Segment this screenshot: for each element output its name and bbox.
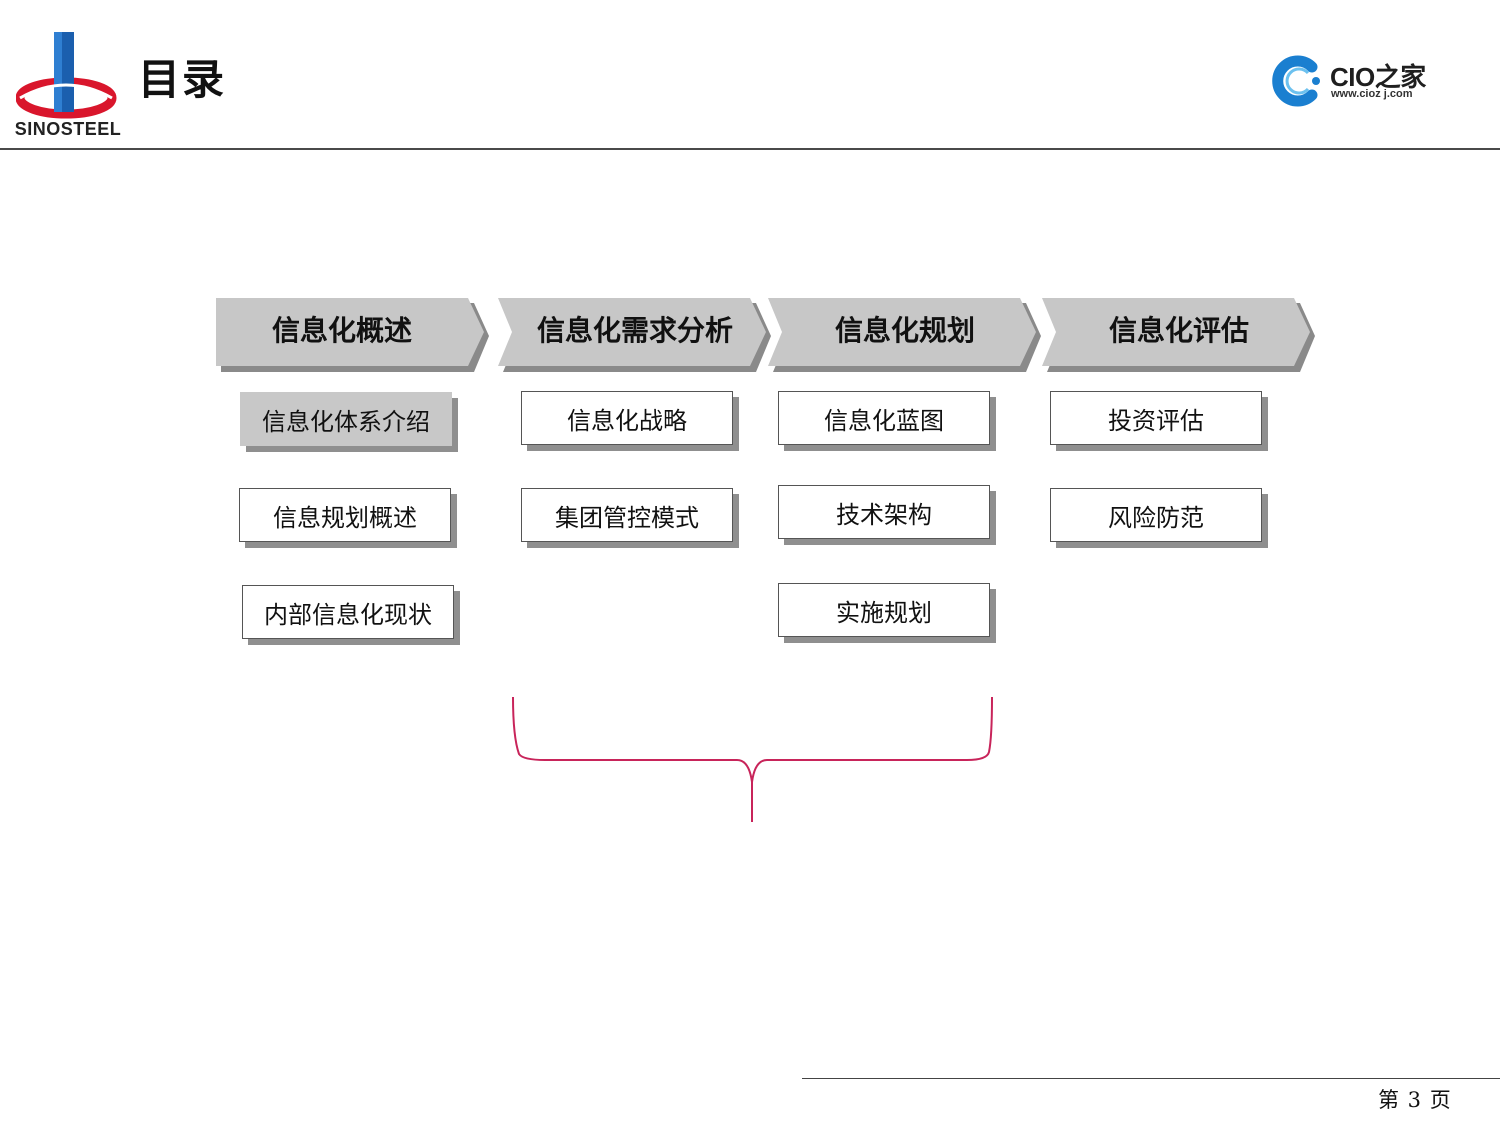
chevron-column-2: 信息化需求分析 xyxy=(496,296,772,372)
item-box[interactable]: 信息化战略 xyxy=(521,391,733,445)
header-divider xyxy=(0,148,1500,150)
chevron-column-1: 信息化概述 xyxy=(214,296,490,372)
item-box[interactable]: 投资评估 xyxy=(1050,391,1262,445)
footer-divider xyxy=(802,1078,1500,1079)
item-label: 信息规划概述 xyxy=(273,503,417,532)
chevron-column-4: 信息化评估 xyxy=(1040,296,1316,372)
chevron-label-4: 信息化评估 xyxy=(1108,314,1249,347)
chevron-label-1: 信息化概述 xyxy=(271,314,412,347)
page-number: 第 3 页 xyxy=(1378,1088,1451,1112)
cio-c-icon xyxy=(1272,55,1320,107)
item-label: 技术架构 xyxy=(836,500,932,529)
item-label: 集团管控模式 xyxy=(555,503,699,532)
chevron-label-2: 信息化需求分析 xyxy=(536,314,733,347)
item-box[interactable]: 信息规划概述 xyxy=(239,488,451,542)
item-box[interactable]: 信息化蓝图 xyxy=(778,391,990,445)
cio-logo: CIO之家 www.cioz j.com xyxy=(1272,55,1442,107)
item-box[interactable]: 信息化体系介绍 xyxy=(240,392,452,446)
sinosteel-emblem-icon xyxy=(16,32,117,119)
item-label: 风险防范 xyxy=(1108,503,1204,532)
item-label: 内部信息化现状 xyxy=(264,600,432,629)
item-box[interactable]: 技术架构 xyxy=(778,485,990,539)
brand-left-text: SINOSTEEL xyxy=(14,119,122,139)
item-box[interactable]: 实施规划 xyxy=(778,583,990,637)
brand-right-url: www.cioz j.com xyxy=(1331,88,1413,100)
item-label: 投资评估 xyxy=(1108,406,1204,435)
chevron-label-3: 信息化规划 xyxy=(834,314,975,347)
item-label: 实施规划 xyxy=(836,598,932,627)
item-box[interactable]: 风险防范 xyxy=(1050,488,1262,542)
page-title: 目录 xyxy=(138,55,227,104)
chevron-column-3: 信息化规划 xyxy=(766,296,1042,372)
brace-connector xyxy=(512,696,993,822)
item-label: 信息化战略 xyxy=(567,406,687,435)
sinosteel-logo: SINOSTEEL xyxy=(12,28,124,146)
item-box[interactable]: 内部信息化现状 xyxy=(242,585,454,639)
item-label: 信息化蓝图 xyxy=(824,406,944,435)
item-label: 信息化体系介绍 xyxy=(262,407,430,436)
item-box[interactable]: 集团管控模式 xyxy=(521,488,733,542)
